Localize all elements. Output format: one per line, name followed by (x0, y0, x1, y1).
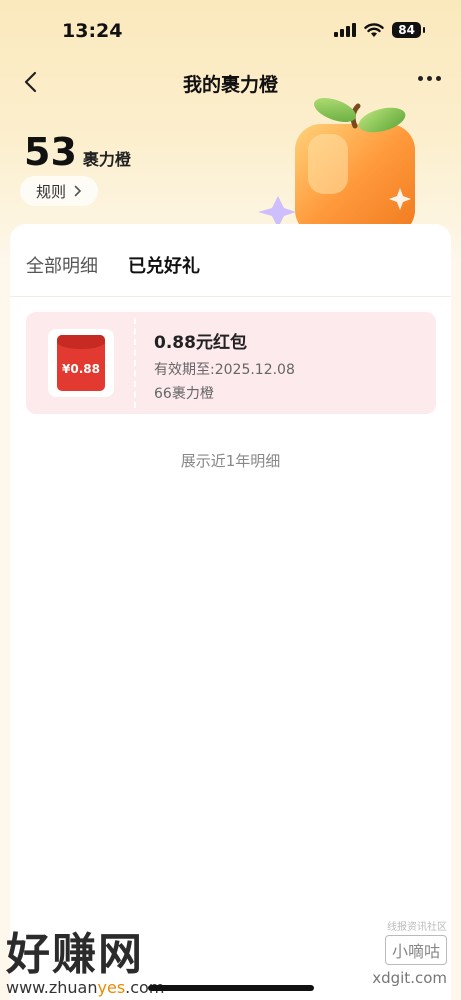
rules-button[interactable]: 规则 (20, 176, 99, 206)
red-envelope-icon: ¥0.88 (57, 335, 105, 391)
main-card: 全部明细 已兑好礼 ¥0.88 0.88元红包 有效期至:2025.12.08 … (10, 224, 451, 1000)
more-options-icon[interactable] (418, 76, 441, 81)
watermark-site: xdgit.com (372, 969, 447, 987)
history-footnote: 展示近1年明细 (180, 452, 281, 470)
tab-label: 已兑好礼 (128, 256, 200, 277)
home-indicator[interactable] (148, 985, 314, 991)
chevron-right-icon (74, 185, 82, 197)
tab-redeemed-gifts[interactable]: 已兑好礼 (128, 252, 200, 280)
gift-name: 0.88元红包 (154, 333, 247, 353)
points-summary: 53 裹力橙 (24, 130, 131, 174)
gift-thumb-area: ¥0.88 (26, 312, 134, 414)
dashed-separator (134, 318, 136, 408)
signal-icon (334, 23, 357, 37)
watermark-url: www.zhuanyes.com (6, 978, 165, 997)
watermark-left: 好赚网 www.zhuanyes.com (6, 918, 164, 997)
watermark-box: 小嘀咕 (384, 935, 447, 965)
battery-indicator: 84 (392, 22, 425, 38)
gift-cost: 66裹力橙 (154, 386, 214, 402)
wifi-icon (364, 22, 384, 37)
divider (10, 296, 451, 297)
gift-expiry: 有效期至:2025.12.08 (154, 362, 295, 378)
rules-label: 规则 (36, 182, 67, 201)
watermark-right: 线报资讯社区 小嘀咕 xdgit.com (372, 918, 447, 987)
status-time: 13:24 (62, 20, 123, 42)
gift-item[interactable]: ¥0.88 0.88元红包 有效期至:2025.12.08 66裹力橙 (26, 312, 436, 414)
gift-thumbnail: ¥0.88 (48, 329, 114, 397)
status-bar: 13:24 84 (0, 0, 461, 62)
tab-label: 全部明细 (26, 256, 98, 277)
page-title: 我的裹力橙 (182, 74, 278, 96)
envelope-amount: ¥0.88 (62, 362, 100, 376)
gift-info: 0.88元红包 有效期至:2025.12.08 66裹力橙 (154, 328, 295, 403)
orange-mascot-illustration (258, 97, 415, 231)
tab-all-details[interactable]: 全部明细 (26, 252, 98, 278)
points-unit: 裹力橙 (82, 150, 131, 169)
points-value: 53 (24, 130, 77, 174)
status-icons: 84 (334, 22, 425, 38)
watermark-caption: 线报资讯社区 (387, 922, 447, 933)
tab-bar: 全部明细 已兑好礼 (26, 252, 200, 280)
watermark-logo-text: 好赚网 (6, 929, 144, 980)
